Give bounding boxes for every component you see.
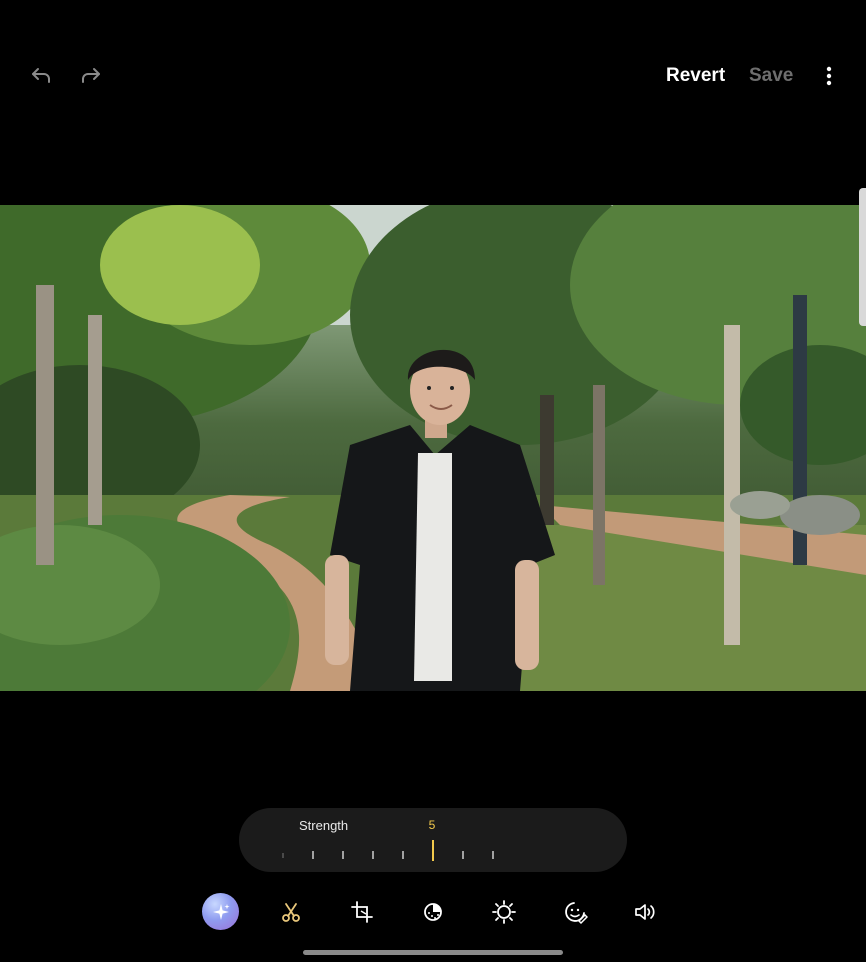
more-options-icon[interactable] [816,61,842,91]
scroll-handle[interactable] [859,188,866,326]
redo-icon[interactable] [76,60,106,90]
audio-icon[interactable] [627,894,663,930]
save-button[interactable]: Save [749,62,793,90]
editor-toolbar [0,890,866,934]
undo-icon[interactable] [26,60,56,90]
top-bar: Revert Save [0,0,866,150]
revert-button[interactable]: Revert [666,62,725,90]
ai-sparkle-icon[interactable] [202,893,239,930]
home-indicator[interactable] [303,950,563,955]
sticker-icon[interactable] [557,894,593,930]
strength-ruler[interactable] [239,808,627,872]
filter-icon[interactable] [415,894,451,930]
crop-rotate-icon[interactable] [344,894,380,930]
video-editor-screen: Revert Save Strength 5 [0,0,866,962]
park-scene-image [0,205,866,691]
strength-slider[interactable]: Strength 5 [239,808,627,872]
brightness-icon[interactable] [486,894,522,930]
scissors-icon[interactable] [273,894,309,930]
video-preview[interactable] [0,205,866,691]
